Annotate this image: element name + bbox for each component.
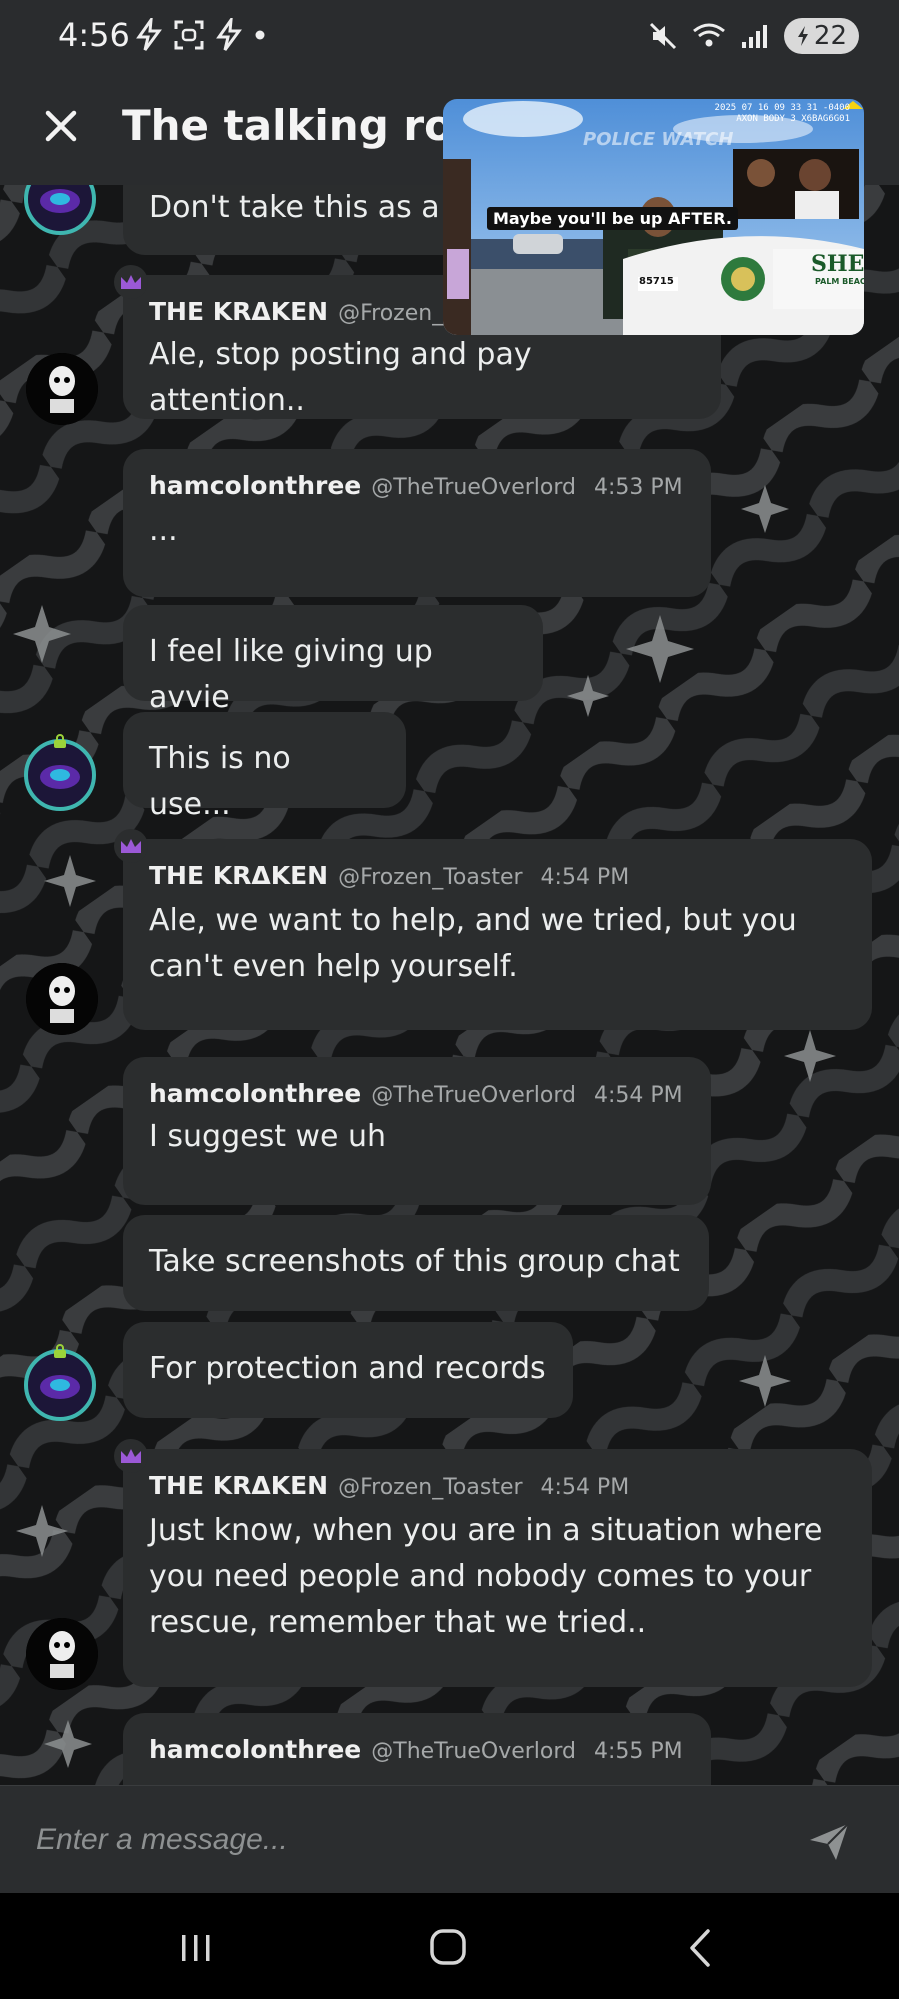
battery-level: 22	[813, 21, 847, 51]
signal-icon	[741, 25, 767, 48]
message-author[interactable]: THE KRΔKEN	[149, 297, 328, 326]
message-text: This is no use...	[149, 741, 291, 822]
message-handle: @TheTrueOverlord	[371, 1083, 577, 1108]
skull-avatar-icon	[26, 1618, 98, 1690]
avatar[interactable]	[26, 963, 98, 1035]
lock-badge-icon	[54, 1344, 66, 1358]
message-bubble[interactable]: This is no use...	[123, 712, 406, 822]
avatar[interactable]	[26, 1618, 98, 1690]
message-bubble[interactable]: hamcolonthree @TheTrueOverlord 4:54 PM I…	[123, 1057, 711, 1205]
home-icon[interactable]	[418, 1923, 478, 1973]
system-nav-bar	[0, 1893, 899, 1999]
avatar[interactable]	[24, 185, 96, 235]
message-bubble[interactable]: THE KRΔKEN @Frozen_Toaster 4:54 PM Just …	[123, 1449, 872, 1687]
skull-avatar-icon	[26, 963, 98, 1035]
video-timestamp: 2025 07 16 09 33 31 -0400 AXON BODY 3 X6…	[714, 103, 850, 124]
message-bubble[interactable]: For protection and records	[123, 1322, 573, 1418]
message-time: 4:53 PM	[594, 475, 683, 500]
message-bubble[interactable]: hamcolonthree @TheTrueOverlord 4:55 PM	[123, 1713, 711, 1785]
message-time: 4:54 PM	[594, 1083, 683, 1108]
skull-avatar-icon	[26, 353, 98, 425]
crown-icon	[114, 829, 148, 863]
message-text: For protection and records	[149, 1351, 546, 1386]
message-text: Ale, stop posting and pay attention..	[149, 337, 532, 418]
back-icon[interactable]	[672, 1923, 732, 1973]
message-handle: @Frozen_	[338, 301, 444, 326]
message-author[interactable]: hamcolonthree	[149, 1079, 361, 1108]
message-author[interactable]: THE KRΔKEN	[149, 1471, 328, 1500]
message-bubble[interactable]: Take screenshots of this group chat	[123, 1215, 709, 1311]
screenshot-icon	[174, 20, 204, 50]
message-handle: @TheTrueOverlord	[371, 1739, 577, 1764]
message-text: Don't take this as a	[149, 190, 440, 225]
send-icon[interactable]	[806, 1818, 852, 1864]
avatar[interactable]	[24, 739, 96, 811]
bolt-icon	[136, 18, 162, 51]
vehicle-sublabel: PALM BEACH	[815, 277, 864, 286]
avatar[interactable]	[24, 1349, 96, 1421]
mute-icon	[649, 22, 676, 50]
avatar[interactable]	[26, 353, 98, 425]
status-time: 4:56	[58, 16, 130, 54]
avatar-art-icon	[40, 765, 80, 789]
message-time: 4:54 PM	[540, 865, 630, 890]
battery-indicator: 22	[783, 18, 859, 54]
status-bar: 4:56 22	[0, 0, 899, 75]
close-icon[interactable]	[36, 101, 86, 151]
message-bubble[interactable]: hamcolonthree @TheTrueOverlord 4:53 PM .…	[123, 449, 711, 597]
message-bubble[interactable]: Don't take this as a	[123, 185, 483, 255]
message-time: 4:55 PM	[594, 1739, 683, 1764]
message-author[interactable]: hamcolonthree	[149, 471, 361, 500]
charging-icon	[797, 26, 808, 46]
message-composer	[0, 1785, 899, 1894]
vehicle-number: 85715	[639, 276, 674, 287]
crown-icon	[114, 265, 148, 299]
bolt-icon	[216, 18, 242, 51]
message-list[interactable]: Don't take this as a THE KRΔKEN @Frozen_…	[0, 185, 899, 1785]
message-text: Just know, when you are in a situation w…	[149, 1513, 823, 1640]
lock-badge-icon	[54, 734, 66, 748]
video-caption: Maybe you'll be up AFTER.	[487, 207, 738, 230]
message-handle: @Frozen_Toaster	[338, 865, 523, 890]
message-time: 4:54 PM	[540, 1475, 630, 1500]
wifi-icon	[692, 23, 725, 47]
crown-icon	[114, 1439, 148, 1473]
vehicle-label: SHER	[811, 251, 864, 277]
message-input[interactable]	[34, 1814, 778, 1866]
message-author[interactable]: hamcolonthree	[149, 1735, 361, 1764]
message-text: Take screenshots of this group chat	[149, 1244, 680, 1279]
message-text: ...	[149, 513, 178, 548]
message-handle: @Frozen_Toaster	[338, 1475, 523, 1500]
avatar-art-icon	[40, 189, 80, 213]
video-overlay[interactable]: 2025 07 16 09 33 31 -0400 AXON BODY 3 X6…	[443, 99, 864, 335]
message-text: I suggest we uh	[149, 1119, 387, 1154]
video-watermark: POLICE WATCH	[583, 129, 734, 150]
message-author[interactable]: THE KRΔKEN	[149, 861, 328, 890]
message-text: Ale, we want to help, and we tried, but …	[149, 903, 797, 984]
message-bubble[interactable]: THE KRΔKEN @Frozen_Toaster 4:54 PM Ale, …	[123, 839, 872, 1030]
message-handle: @TheTrueOverlord	[371, 475, 577, 500]
avatar-art-icon	[40, 1375, 80, 1399]
recents-icon[interactable]	[166, 1923, 226, 1973]
message-bubble[interactable]: I feel like giving up avvie	[123, 605, 543, 715]
dot-icon	[255, 30, 265, 40]
message-text: I feel like giving up avvie	[149, 634, 433, 715]
